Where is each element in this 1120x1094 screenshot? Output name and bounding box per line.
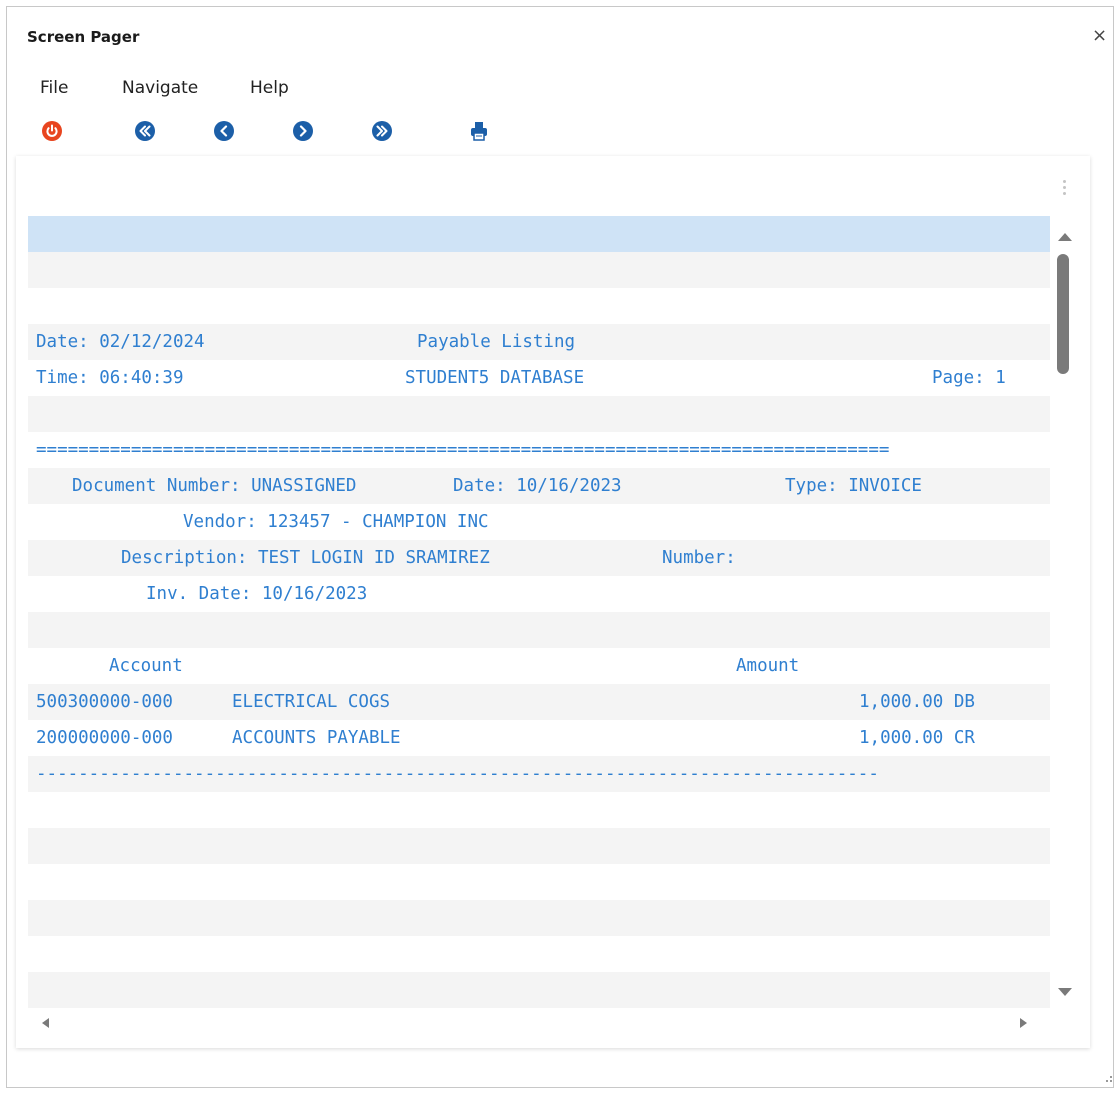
number-label: Number: bbox=[662, 548, 736, 568]
entry-name: ACCOUNTS PAYABLE bbox=[232, 728, 401, 748]
entry-account: 500300000-000 bbox=[36, 692, 173, 712]
close-icon[interactable]: × bbox=[1092, 26, 1107, 46]
invoice-date: Inv. Date: 10/16/2023 bbox=[146, 584, 368, 604]
report-date: Date: 02/12/2024 bbox=[36, 332, 205, 352]
report-line bbox=[28, 900, 1050, 936]
report-time: Time: 06:40:39 bbox=[36, 368, 184, 388]
report-line bbox=[28, 288, 1050, 324]
entry-name: ELECTRICAL COGS bbox=[232, 692, 391, 712]
report-viewer: Date: 02/12/2024 Payable Listing Time: 0… bbox=[16, 156, 1090, 1048]
resize-grip-icon[interactable] bbox=[1106, 1076, 1112, 1082]
report-lines: Date: 02/12/2024 Payable Listing Time: 0… bbox=[28, 216, 1050, 1010]
scroll-up-icon[interactable] bbox=[1058, 233, 1072, 241]
report-line bbox=[28, 252, 1050, 288]
menu-navigate[interactable]: Navigate bbox=[122, 78, 198, 98]
menu-help[interactable]: Help bbox=[250, 78, 289, 98]
scroll-down-icon[interactable] bbox=[1058, 988, 1072, 996]
report-line-selected[interactable] bbox=[28, 216, 1050, 252]
report-page-number: Page: 1 bbox=[932, 368, 1006, 388]
vendor: Vendor: 123457 - CHAMPION INC bbox=[183, 512, 489, 532]
report-header-line: Date: 02/12/2024 Payable Listing bbox=[28, 324, 1050, 360]
report-line bbox=[28, 792, 1050, 828]
double-rule: ========================================… bbox=[36, 440, 890, 460]
next-page-icon[interactable] bbox=[292, 120, 314, 142]
report-line: Vendor: 123457 - CHAMPION INC bbox=[28, 504, 1050, 540]
report-line: Document Number: UNASSIGNED Date: 10/16/… bbox=[28, 468, 1050, 504]
entry-account: 200000000-000 bbox=[36, 728, 173, 748]
vertical-scroll-thumb[interactable] bbox=[1057, 254, 1069, 374]
document-date: Date: 10/16/2023 bbox=[453, 476, 622, 496]
table-row: 200000000-000 ACCOUNTS PAYABLE 1,000.00 … bbox=[28, 720, 1050, 756]
report-line: Account Amount bbox=[28, 648, 1050, 684]
entry-amount: 1,000.00 CR bbox=[859, 728, 975, 748]
more-options-icon[interactable] bbox=[1062, 180, 1066, 200]
report-line bbox=[28, 828, 1050, 864]
document-number: Document Number: UNASSIGNED bbox=[72, 476, 357, 496]
document-type: Type: INVOICE bbox=[785, 476, 922, 496]
report-line: Inv. Date: 10/16/2023 bbox=[28, 576, 1050, 612]
report-database: STUDENT5 DATABASE bbox=[405, 368, 585, 388]
single-rule: ----------------------------------------… bbox=[36, 764, 879, 784]
window-title: Screen Pager bbox=[27, 28, 140, 46]
report-line bbox=[28, 972, 1050, 1008]
report-line bbox=[28, 936, 1050, 972]
table-row: 500300000-000 ELECTRICAL COGS 1,000.00 D… bbox=[28, 684, 1050, 720]
report-title: Payable Listing bbox=[417, 332, 576, 352]
scroll-right-icon[interactable] bbox=[1020, 1018, 1027, 1028]
account-header: Account bbox=[109, 656, 183, 676]
scroll-left-icon[interactable] bbox=[42, 1018, 49, 1028]
power-icon[interactable] bbox=[41, 120, 63, 142]
amount-header: Amount bbox=[736, 656, 800, 676]
report-line: ========================================… bbox=[28, 432, 1050, 468]
first-page-icon[interactable] bbox=[134, 120, 156, 142]
report-line bbox=[28, 864, 1050, 900]
last-page-icon[interactable] bbox=[371, 120, 393, 142]
horizontal-scrollbar[interactable] bbox=[32, 1008, 1054, 1034]
report-header-line: Time: 06:40:39 STUDENT5 DATABASE Page: 1 bbox=[28, 360, 1050, 396]
report-line bbox=[28, 396, 1050, 432]
report-line: ----------------------------------------… bbox=[28, 756, 1050, 792]
report-line: Description: TEST LOGIN ID SRAMIREZ Numb… bbox=[28, 540, 1050, 576]
entry-amount: 1,000.00 DB bbox=[859, 692, 975, 712]
printer-icon[interactable] bbox=[468, 120, 490, 142]
vertical-scrollbar[interactable] bbox=[1054, 224, 1072, 1008]
menu-file[interactable]: File bbox=[40, 78, 68, 98]
previous-page-icon[interactable] bbox=[213, 120, 235, 142]
report-line bbox=[28, 612, 1050, 648]
description: Description: TEST LOGIN ID SRAMIREZ bbox=[121, 548, 490, 568]
